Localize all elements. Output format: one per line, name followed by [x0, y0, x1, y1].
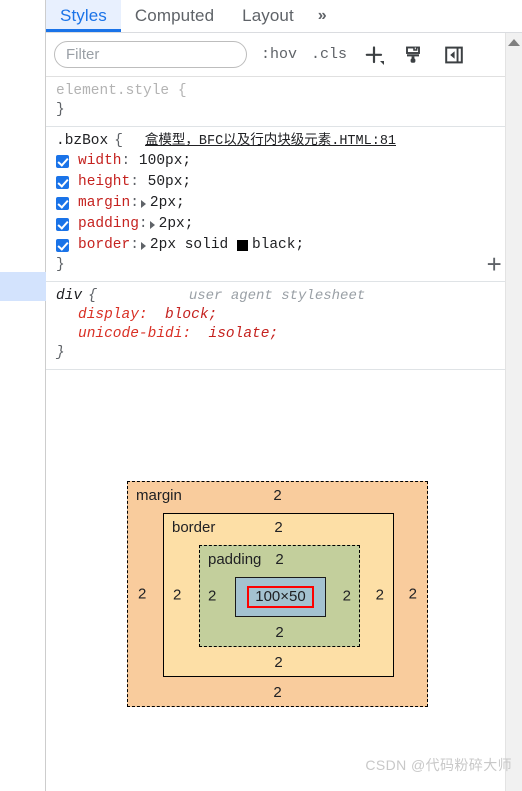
add-new-rule-plus-icon[interactable]: + [486, 253, 502, 279]
declaration-unicode-bidi-name[interactable]: unicode-bidi [78, 326, 182, 342]
declaration-width[interactable]: width: 100px; [56, 151, 514, 172]
declaration-width-checkbox[interactable] [56, 155, 69, 168]
styles-toolbar: :hov .cls [46, 33, 522, 77]
box-model-margin-region[interactable]: margin 2 2 2 2 border 2 2 2 2 padding 2 … [127, 481, 428, 707]
div-open-brace: { [88, 288, 97, 304]
declaration-display-name[interactable]: display [78, 307, 139, 323]
scroll-up-arrow-icon[interactable] [508, 39, 520, 46]
declaration-height-checkbox[interactable] [56, 176, 69, 189]
box-model-border-left-value[interactable]: 2 [173, 587, 181, 604]
bzbox-open-brace: { [114, 133, 123, 149]
declaration-margin-name[interactable]: margin [78, 194, 130, 213]
declaration-margin[interactable]: margin: 2px; [56, 193, 514, 214]
box-model-padding-left-value[interactable]: 2 [208, 588, 216, 605]
paint-roller-icon[interactable] [401, 42, 427, 68]
filter-input[interactable] [54, 41, 247, 68]
declaration-width-name[interactable]: width [78, 152, 122, 171]
declaration-border-checkbox[interactable] [56, 239, 69, 252]
declaration-padding-name[interactable]: padding [78, 215, 139, 234]
box-model-margin-left-value[interactable]: 2 [138, 586, 146, 603]
box-model-margin-bottom-value[interactable]: 2 [273, 684, 281, 701]
declaration-border-name[interactable]: border [78, 236, 130, 255]
element-style-open-brace: { [177, 83, 187, 99]
box-model-border-top-value[interactable]: 2 [274, 519, 282, 536]
div-origin-user-agent: user agent stylesheet [188, 288, 366, 304]
declaration-display-value[interactable]: block; [165, 307, 217, 323]
panel-tabbar: Styles Computed Layout » [46, 0, 522, 33]
box-model-border-region[interactable]: border 2 2 2 2 padding 2 2 2 2 100×50 [163, 513, 394, 677]
div-selector[interactable]: div [56, 287, 82, 306]
declaration-height-value[interactable]: 50px; [148, 173, 192, 192]
declaration-unicode-bidi-value[interactable]: isolate; [209, 326, 279, 342]
declaration-margin-checkbox[interactable] [56, 197, 69, 210]
new-style-rule-plus-icon[interactable] [361, 42, 387, 68]
declaration-height-name[interactable]: height [78, 173, 130, 192]
box-model-margin-right-value[interactable]: 2 [409, 586, 417, 603]
rule-bzbox[interactable]: .bzBox { 盒模型，BFC以及行内块级元素.HTML:81 width: … [46, 127, 522, 282]
tabs-overflow-chevron-icon[interactable]: » [308, 0, 337, 32]
declaration-padding-value[interactable]: 2px; [159, 215, 194, 234]
tab-computed[interactable]: Computed [121, 0, 228, 32]
box-model-margin-top-value[interactable]: 2 [273, 487, 281, 504]
declaration-border-color-name[interactable]: black; [252, 236, 304, 255]
element-style-selector[interactable]: element.style [56, 83, 169, 99]
rule-div-user-agent[interactable]: div { user agent stylesheet display: blo… [46, 282, 522, 370]
box-model-content-size-label[interactable]: 100×50 [247, 586, 314, 608]
bzbox-selector[interactable]: .bzBox [56, 132, 108, 151]
csdn-watermark: CSDN @代码粉碎大师 [365, 757, 512, 773]
tab-layout[interactable]: Layout [228, 0, 308, 32]
box-model-padding-region[interactable]: padding 2 2 2 2 100×50 [199, 545, 360, 647]
box-model-border-right-value[interactable]: 2 [376, 587, 384, 604]
declaration-padding-expand-triangle-icon[interactable] [149, 220, 155, 229]
declaration-padding-checkbox[interactable] [56, 218, 69, 231]
box-model-margin-label: margin [136, 487, 182, 504]
tab-styles[interactable]: Styles [46, 0, 121, 32]
styles-panel-scrollbar[interactable] [505, 33, 522, 791]
rule-element-style[interactable]: element.style { } [46, 77, 522, 127]
dom-tree-panel-stub [0, 0, 46, 791]
declaration-height[interactable]: height: 50px; [56, 172, 514, 193]
selected-dom-node-highlight[interactable] [0, 272, 46, 301]
toggle-hover-state-button[interactable]: :hov [261, 46, 297, 63]
devtools-styles-panel-screenshot: Styles Computed Layout » :hov .cls [0, 0, 522, 791]
declaration-border-value[interactable]: 2px solid [150, 236, 228, 255]
tab-computed-label: Computed [134, 6, 215, 25]
box-model-border-label: border [172, 519, 216, 536]
declaration-unicode-bidi[interactable]: unicode-bidi: isolate; [56, 325, 514, 344]
border-color-swatch-icon[interactable] [236, 240, 248, 251]
box-model-padding-bottom-value[interactable]: 2 [275, 624, 283, 641]
computed-sidebar-toggle-icon[interactable] [441, 42, 467, 68]
declaration-border[interactable]: border: 2px solid black; [56, 235, 514, 256]
toggle-class-editor-button[interactable]: .cls [311, 46, 347, 63]
declaration-margin-expand-triangle-icon[interactable] [140, 199, 146, 208]
element-style-close-brace: } [56, 102, 65, 118]
box-model-padding-label: padding [208, 551, 262, 568]
box-model-diagram: margin 2 2 2 2 border 2 2 2 2 padding 2 … [46, 430, 522, 760]
declaration-padding[interactable]: padding: 2px; [56, 214, 514, 235]
style-rules-list: element.style { } .bzBox { 盒模型，BFC以及行内块级… [46, 77, 522, 370]
declaration-display[interactable]: display: block; [56, 306, 514, 325]
div-close-brace: } [56, 345, 65, 361]
box-model-border-bottom-value[interactable]: 2 [274, 654, 282, 671]
bzbox-close-brace: } [56, 257, 65, 273]
declaration-width-value[interactable]: 100px; [139, 152, 191, 171]
tabs-overflow-label: » [317, 7, 327, 24]
box-model-content-region[interactable]: 100×50 [235, 577, 326, 617]
box-model-padding-top-value[interactable]: 2 [275, 551, 283, 568]
tab-layout-label: Layout [242, 6, 294, 25]
declaration-border-expand-triangle-icon[interactable] [140, 241, 146, 250]
tab-styles-label: Styles [60, 6, 107, 25]
box-model-padding-right-value[interactable]: 2 [343, 588, 351, 605]
styles-panel: Styles Computed Layout » :hov .cls [46, 0, 522, 791]
declaration-margin-value[interactable]: 2px; [150, 194, 185, 213]
bzbox-origin-link[interactable]: 盒模型，BFC以及行内块级元素.HTML:81 [145, 134, 396, 149]
